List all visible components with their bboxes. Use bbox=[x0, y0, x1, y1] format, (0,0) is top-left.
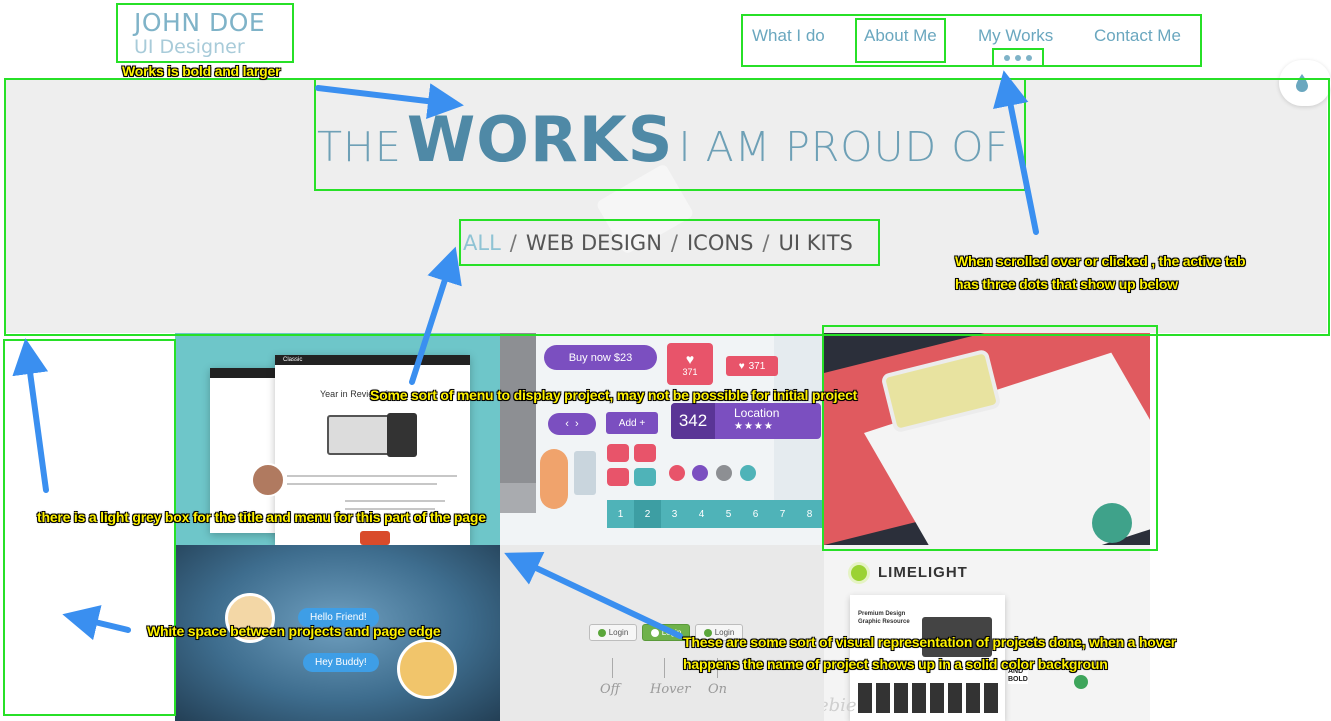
kit-like-card[interactable]: ♥ 371 bbox=[667, 343, 713, 385]
login-label: Login bbox=[661, 628, 682, 637]
login-button-off[interactable]: Login bbox=[589, 624, 637, 641]
page-3[interactable]: 3 bbox=[661, 500, 688, 528]
annotation-menu-note: Some sort of menu to display project, ma… bbox=[370, 387, 858, 403]
annotation-box-title bbox=[314, 78, 1026, 191]
check-icon bbox=[1074, 675, 1088, 689]
state-off: Off bbox=[600, 682, 620, 697]
page-6[interactable]: 6 bbox=[742, 500, 769, 528]
annotation-box-filter bbox=[459, 219, 880, 266]
page-5[interactable]: 5 bbox=[715, 500, 742, 528]
blog-nav: Classic bbox=[275, 355, 470, 365]
chevron-left-icon: ‹ › bbox=[565, 418, 579, 430]
annotation-box-brand bbox=[116, 3, 294, 63]
annotation-white-note: White space between projects and page ed… bbox=[147, 623, 441, 639]
annotation-dots-note-1: When scrolled over or clicked , the acti… bbox=[955, 253, 1246, 269]
kit-like-badge-count: 371 bbox=[748, 360, 766, 372]
kit-location-label: Location bbox=[734, 406, 780, 420]
kit-location-card: 342 Location ★★★★ bbox=[671, 403, 821, 439]
blog-tablet-image bbox=[387, 413, 417, 457]
kit-add-button[interactable]: Add + bbox=[606, 412, 658, 434]
page-1[interactable]: 1 bbox=[607, 500, 634, 528]
page-4[interactable]: 4 bbox=[688, 500, 715, 528]
chat-avatar-2 bbox=[397, 639, 457, 699]
annotation-dots-note-2: has three dots that show up below bbox=[955, 276, 1178, 292]
annotation-works-note: Works is bold and larger bbox=[122, 63, 281, 79]
kit-counter: 342 bbox=[671, 403, 715, 439]
state-on: On bbox=[708, 682, 728, 697]
limelight-headline: Premium Design bbox=[858, 611, 906, 617]
kit-stepper[interactable]: ‹ › bbox=[548, 413, 596, 435]
state-hover: Hover bbox=[650, 682, 691, 697]
chat-bubble-2: Hey Buddy! bbox=[303, 653, 379, 672]
page-2[interactable]: 2 bbox=[634, 500, 661, 528]
kit-radio[interactable] bbox=[740, 465, 756, 481]
kit-like-count: 371 bbox=[682, 367, 698, 377]
page-8[interactable]: 8 bbox=[796, 500, 823, 528]
kit-vertical-stepper[interactable] bbox=[540, 449, 568, 509]
kit-radio[interactable] bbox=[716, 465, 732, 481]
project-tile-limelight[interactable]: LIMELIGHT Premium Design Graphic Resourc… bbox=[824, 545, 1150, 721]
kit-buy-label: Buy now $23 bbox=[568, 351, 633, 364]
kit-stars: ★★★★ bbox=[734, 421, 774, 432]
limelight-subline: Graphic Resource bbox=[858, 619, 910, 625]
annotation-box-whitespace bbox=[3, 339, 176, 716]
annotation-grey-note: there is a light grey box for the title … bbox=[37, 509, 486, 525]
blog-badge bbox=[360, 531, 390, 545]
blog-avatar bbox=[251, 463, 285, 497]
annotation-hover-note-1: These are some sort of visual representa… bbox=[683, 634, 1177, 650]
login-icon bbox=[597, 628, 606, 637]
page-7[interactable]: 7 bbox=[769, 500, 796, 528]
annotation-hover-note-2: happens the name of project shows up in … bbox=[683, 656, 1108, 672]
annotation-box-project bbox=[822, 325, 1158, 551]
limelight-logo-icon bbox=[848, 562, 870, 584]
kit-like-badge[interactable]: ♥ 371 bbox=[726, 356, 778, 376]
login-icon bbox=[650, 628, 659, 637]
annotation-box-about bbox=[855, 18, 946, 63]
kit-add-label: Add + bbox=[618, 417, 646, 429]
kit-radio[interactable] bbox=[692, 465, 708, 481]
login-label: Login bbox=[608, 628, 629, 637]
heart-icon: ♥ bbox=[738, 360, 745, 372]
annotation-box-nav bbox=[741, 14, 1202, 67]
annotation-box-dots bbox=[992, 48, 1044, 67]
limelight-ghost-text: ebie bbox=[824, 695, 857, 716]
kit-pagination: 1 2 3 4 5 6 7 8 bbox=[607, 500, 823, 528]
limelight-logo: LIMELIGHT bbox=[878, 564, 968, 581]
kit-radio[interactable] bbox=[669, 465, 685, 481]
kit-buy-button[interactable]: Buy now $23 bbox=[544, 345, 657, 370]
heart-icon: ♥ bbox=[685, 351, 695, 367]
